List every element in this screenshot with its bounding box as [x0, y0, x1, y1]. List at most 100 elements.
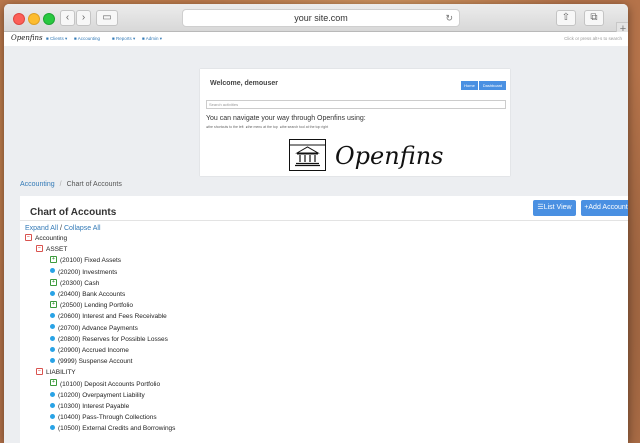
expand-node-icon[interactable]: +: [50, 278, 57, 286]
add-account-button[interactable]: +Add Account: [581, 200, 628, 216]
tree-node-label: (10500) External Credits and Borrowings: [58, 425, 176, 433]
chart-of-accounts-panel: Chart of Accounts ☰List View +Add Accoun…: [20, 196, 628, 443]
nav-clients-label: Clients: [49, 36, 64, 41]
tree-node-label: (20900) Accrued Income: [58, 347, 129, 354]
leaf-dot-icon: [50, 425, 55, 431]
tree-account-node[interactable]: + (20500) Lending Portfolio: [50, 300, 133, 311]
list-view-button[interactable]: ☰List View: [533, 200, 576, 216]
expand-collapse-controls: Expand All / Collapse All: [25, 225, 101, 232]
expand-node-icon[interactable]: +: [50, 300, 57, 308]
tree-account-node[interactable]: (20200) Investments: [50, 267, 117, 278]
tree-account-node[interactable]: (10300) Interest Payable: [50, 401, 129, 412]
tree-node-label: Accounting: [35, 235, 68, 242]
browser-window: ‹ › ▭ your site.com ↻ ⇧ ⧉ + Openfins ■ C…: [4, 4, 628, 443]
forward-arrow-icon[interactable]: ›: [76, 10, 91, 26]
zoom-window-button[interactable]: [43, 13, 55, 25]
tree-account-node[interactable]: + (20300) Cash: [50, 278, 99, 289]
collapse-node-icon[interactable]: −: [36, 244, 43, 252]
address-bar[interactable]: your site.com ↻: [182, 9, 460, 27]
tip-menu: the menu at the top: [247, 125, 278, 129]
app-logo[interactable]: Openfins: [11, 34, 43, 42]
nav-reports[interactable]: ■ Reports ▾: [112, 36, 135, 42]
list-view-label: List View: [543, 204, 572, 211]
tree-account-node[interactable]: (20800) Reserves for Possible Losses: [50, 334, 168, 345]
tree-group-node[interactable]: − LIABILITY: [36, 367, 76, 378]
nav-admin[interactable]: ■ Admin ▾: [142, 36, 162, 42]
tree-node-label: (20300) Cash: [60, 279, 100, 287]
page-title: Chart of Accounts: [30, 207, 117, 218]
panel-divider: [20, 220, 628, 221]
nav-reports-label: Reports: [115, 36, 132, 41]
breadcrumb: Accounting / Chart of Accounts: [20, 181, 122, 188]
tree-group-node[interactable]: − ASSET: [36, 244, 67, 255]
leaf-dot-icon: [50, 346, 55, 352]
tabs-overview-icon[interactable]: ⧉: [584, 10, 604, 26]
share-icon[interactable]: ⇧: [556, 10, 576, 26]
app-navbar: Openfins ■ Clients ▾ ■ Accounting ■ Repo…: [4, 32, 628, 47]
tree-node-label: (9999) Suspense Account: [58, 358, 133, 366]
collapse-node-icon[interactable]: −: [25, 233, 32, 241]
search-hint: Click or press alt+s to search: [564, 36, 622, 41]
address-text: your site.com: [294, 13, 348, 23]
leaf-dot-icon: [50, 391, 55, 397]
tip-search: the search tool at the top right: [281, 125, 329, 129]
tree-account-node[interactable]: (20600) Interest and Fees Receivable: [50, 311, 167, 322]
expand-all-link[interactable]: Expand All: [25, 225, 58, 232]
tree-account-node[interactable]: (10400) Pass-Through Collections: [50, 412, 157, 423]
bank-logo-icon: [289, 139, 326, 171]
add-account-label: +Add Account: [584, 204, 628, 211]
tree-node-label: LIABILITY: [46, 369, 76, 377]
tree-node-label: (20100) Fixed Assets: [60, 257, 122, 265]
nav-accounting[interactable]: ■ Accounting: [74, 36, 100, 41]
activity-search-input[interactable]: Search activities: [206, 100, 506, 109]
sidebar-toggle-icon[interactable]: ▭: [96, 10, 118, 26]
tree-node-label: (20500) Lending Portfolio: [60, 302, 133, 310]
reload-icon[interactable]: ↻: [445, 10, 453, 26]
breadcrumb-current: Chart of Accounts: [66, 181, 122, 188]
minimize-window-button[interactable]: [28, 13, 40, 25]
close-window-button[interactable]: [13, 13, 25, 25]
leaf-dot-icon: [50, 335, 55, 341]
tree-node-label: (20200) Investments: [58, 268, 118, 276]
leaf-dot-icon: [50, 268, 55, 274]
brand-wordmark: Openfins: [335, 142, 444, 170]
page-content: Welcome, demouser Home Dashboard Search …: [4, 46, 628, 443]
leaf-dot-icon: [50, 357, 55, 363]
tree-account-node[interactable]: (20400) Bank Accounts: [50, 289, 125, 300]
nav-accounting-label: Accounting: [77, 36, 100, 41]
tree-account-node[interactable]: + (10100) Deposit Accounts Portfolio: [50, 379, 160, 390]
back-arrow-icon[interactable]: ‹: [60, 10, 75, 26]
leaf-dot-icon: [50, 313, 55, 319]
navigation-tips: ●the shortcuts to the left ●the menu at …: [206, 125, 329, 129]
tree-node-label: (20800) Reserves for Possible Losses: [58, 335, 168, 343]
breadcrumb-accounting-link[interactable]: Accounting: [20, 181, 55, 188]
collapse-all-link[interactable]: Collapse All: [64, 225, 101, 232]
home-button[interactable]: Home: [461, 81, 478, 90]
tree-group-node[interactable]: − Accounting: [25, 233, 67, 244]
tree-account-node[interactable]: (10200) Overpayment Liability: [50, 390, 145, 401]
browser-toolbar: ‹ › ▭ your site.com ↻ ⇧ ⧉ +: [4, 4, 628, 36]
tip-shortcuts: the shortcuts to the left: [208, 125, 244, 129]
breadcrumb-separator: /: [59, 181, 62, 188]
expand-node-icon[interactable]: +: [50, 379, 57, 387]
nav-clients[interactable]: ■ Clients ▾: [46, 36, 67, 42]
leaf-dot-icon: [50, 402, 55, 408]
tree-node-label: (10400) Pass-Through Collections: [58, 414, 157, 422]
tree-account-node[interactable]: + (20100) Fixed Assets: [50, 255, 121, 266]
dashboard-button[interactable]: Dashboard: [479, 81, 506, 90]
tree-node-label: (10200) Overpayment Liability: [58, 391, 145, 399]
tree-account-node[interactable]: (10500) External Credits and Borrowings: [50, 423, 175, 434]
tree-node-label: (20700) Advance Payments: [58, 324, 138, 332]
tree-account-node[interactable]: (9999) Suspense Account: [50, 356, 132, 367]
tree-account-node[interactable]: (20900) Accrued Income: [50, 345, 129, 356]
tree-node-label: (10100) Deposit Accounts Portfolio: [60, 380, 161, 388]
tree-account-node[interactable]: (20700) Advance Payments: [50, 323, 138, 334]
leaf-dot-icon: [50, 290, 55, 296]
expand-node-icon[interactable]: +: [50, 256, 57, 264]
collapse-node-icon[interactable]: −: [36, 368, 43, 376]
tree-node-label: ASSET: [46, 246, 68, 254]
navigate-text: You can navigate your way through Openfi…: [206, 115, 366, 122]
tree-node-label: (20400) Bank Accounts: [58, 291, 126, 298]
expand-collapse-separator: /: [60, 225, 62, 232]
welcome-title: Welcome, demouser: [210, 80, 278, 87]
